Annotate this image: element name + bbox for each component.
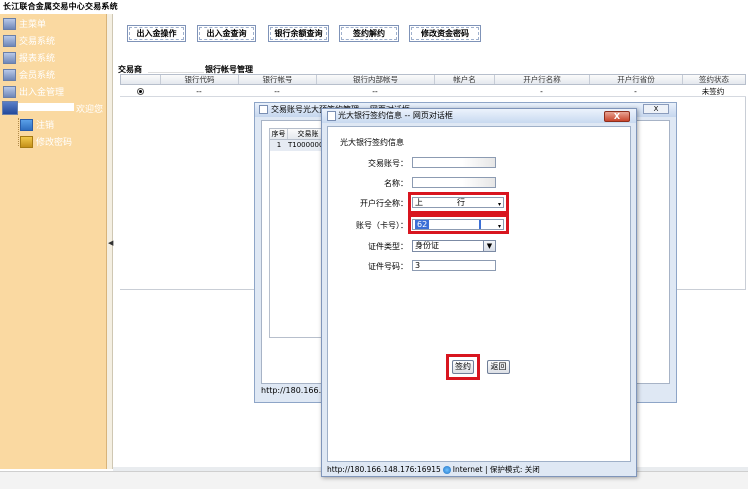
sidebar-item-trading[interactable]: 交易系统 [3,33,55,48]
dialog-title: 光大银行签约信息 -- 网页对话框 [338,111,453,120]
menu-icon [3,17,16,30]
column-header: 银行内部帐号 [317,75,435,84]
sidebar-item-label: 注销 [36,121,55,131]
welcome-label: 欢迎您 [76,105,104,115]
sign-unsign-button[interactable]: 签约解约 [339,25,399,42]
name-field[interactable] [412,177,496,188]
table-cell: 1 [276,141,282,149]
funds-icon [3,85,16,98]
sidebar-item-label: 会员系统 [19,71,56,81]
dialog-titlebar[interactable]: 光大银行签约信息 -- 网页对话框 X [322,109,636,123]
page-icon [327,111,336,121]
bank-balance-button[interactable]: 银行余额查询 [268,25,329,42]
highlight-box [446,354,480,380]
members-icon [3,68,16,81]
name-label: 名称： [384,179,408,188]
chevron-down-icon[interactable]: ▼ [483,241,495,251]
close-button[interactable]: X [604,111,630,122]
table-cell: -- [372,87,378,96]
folder-icon [3,34,16,47]
id-number-label: 证件号码： [368,262,408,271]
table-cell: 未签约 [701,87,725,96]
change-fund-password-button[interactable]: 修改资金密码 [409,25,481,42]
account-number-label: 账号（卡号）： [356,221,408,230]
id-type-select[interactable]: 身份证 ▼ [412,240,496,252]
sidebar-item-label: 修改密码 [36,138,73,148]
row-radio[interactable] [120,86,160,96]
app-window: 长江联合金属交易中心交易系统 主菜单 交易系统 报表系统 会员系统 出入金管理 … [0,0,748,489]
sidebar-item-reports[interactable]: 报表系统 [3,50,55,65]
status-url: http://180.166.148.176:16915 [327,465,441,474]
column-header: 开户行名称 [495,75,590,84]
table-header: 银行代码 银行帐号 银行内部帐号 帐户名 开户行名称 开户行省份 签约状态 [120,74,746,85]
table-cell: -- [196,87,202,96]
table-row[interactable]: -- -- -- - - 未签约 [120,86,746,97]
username-redacted [18,103,74,111]
column-header: 开户行省份 [590,75,683,84]
user-logo-icon [2,100,18,115]
highlight-box [408,192,509,214]
id-type-label: 证件类型： [368,242,408,251]
table-row[interactable]: 1 T100000000 [270,140,328,151]
dialog-status-bar: http://180.166.148.176:16915 Internet | … [327,464,631,475]
column-header: 银行代码 [161,75,239,84]
status-zone: Internet | 保护模式: 关闭 [452,465,540,474]
collapse-arrow-icon[interactable]: ◀ [108,239,113,247]
bank-sign-dialog: 光大银行签约信息 -- 网页对话框 X 光大银行签约信息 交易账号： 名称： 开… [321,108,637,477]
sidebar-item-funds[interactable]: 出入金管理 [3,84,64,99]
table-header: 序号 交易账 [270,129,328,140]
trade-account-field[interactable] [412,157,496,168]
back-button[interactable]: 返回 [487,360,510,374]
close-button[interactable]: X [643,104,669,114]
trader-name-redacted [148,65,204,73]
id-type-value: 身份证 [415,241,439,250]
key-icon [20,135,33,148]
sidebar-item-label: 交易系统 [19,37,56,47]
deposit-withdraw-button[interactable]: 出入金操作 [127,25,186,42]
column-header [121,75,161,84]
app-title: 长江联合金属交易中心交易系统 [3,2,118,11]
column-header: 签约状态 [699,75,729,84]
tree-line [18,118,19,146]
sidebar-item-logout[interactable]: 注销 [20,117,54,132]
sidebar-item-label: 出入金管理 [19,88,65,98]
dialog-body: 光大银行签约信息 交易账号： 名称： 开户行全称： 上 行 ▾ 账号（卡号）： … [327,126,631,462]
sidebar-item-members[interactable]: 会员系统 [3,67,55,82]
form-heading: 光大银行签约信息 [340,138,404,147]
table-cell: - [540,87,543,96]
table-cell: -- [274,87,280,96]
sidebar: 主菜单 交易系统 报表系统 会员系统 出入金管理 欢迎您 注销 修改密码 [0,14,107,469]
highlight-box [408,214,509,234]
logout-icon [20,118,33,131]
column-header: 银行帐号 [239,75,317,84]
table-cell: - [634,87,637,96]
sidebar-item-main-menu[interactable]: 主菜单 [3,16,46,31]
deposit-query-button[interactable]: 出入金查询 [197,25,256,42]
id-number-field[interactable]: 3 [412,260,496,271]
account-table: 序号 交易账 1 T100000000 [269,128,329,338]
report-icon [3,51,16,64]
sidebar-item-label: 主菜单 [19,20,47,30]
sidebar-item-label: 报表系统 [19,54,56,64]
sidebar-item-change-password[interactable]: 修改密码 [20,134,72,149]
globe-icon [442,465,451,474]
column-header: 帐户名 [435,75,495,84]
column-header: 序号 [270,129,288,139]
radio-selected-icon[interactable] [136,88,144,95]
page-icon [259,105,268,114]
bank-name-label: 开户行全称： [360,199,408,208]
table-cell [434,86,494,96]
trade-account-label: 交易账号： [368,159,408,168]
